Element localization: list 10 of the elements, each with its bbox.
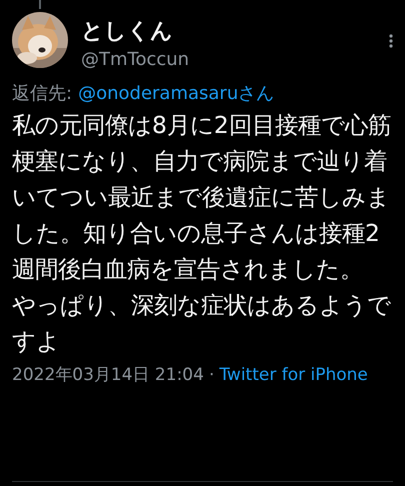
more-icon[interactable] — [389, 34, 393, 48]
separator: · — [208, 364, 214, 387]
source-link[interactable]: Twitter for iPhone — [219, 363, 368, 387]
author-name[interactable]: としくん — [81, 18, 376, 46]
tweet-text: 私の元同僚は8月に2回目接種で心筋梗塞になり、自力で病院まで辿り着いてつい最近まで後遺症に苦しみました。知り合いの息子さんは接種2週間後白血病を宣告されました。 — [12, 110, 392, 285]
author-handle[interactable]: @TmToccun — [81, 46, 376, 74]
timestamp: 2022年03月14日 21:04 — [12, 364, 204, 387]
mention-link[interactable]: @onoderamasaruさん — [78, 82, 274, 106]
reply-label: 返信先: — [12, 82, 72, 106]
tweet-text: やっぱり、深刻な症状はあるようですよ — [12, 290, 392, 357]
